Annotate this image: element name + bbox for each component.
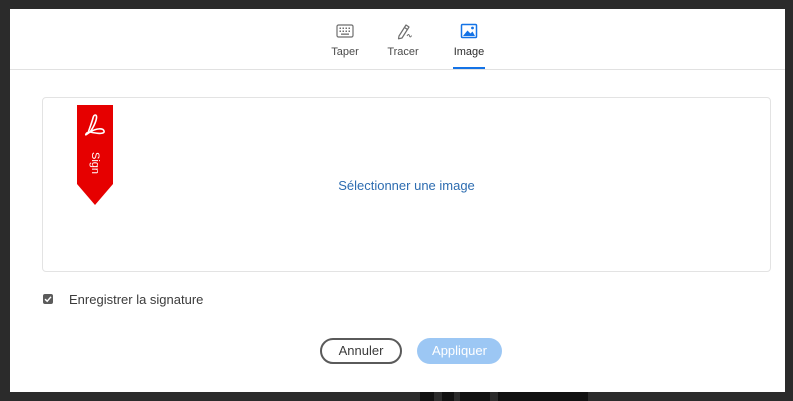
keyboard-icon bbox=[336, 24, 354, 38]
window-frame-top bbox=[0, 0, 793, 9]
image-icon bbox=[460, 23, 478, 39]
tab-draw-label: Tracer bbox=[387, 46, 419, 58]
tab-draw[interactable]: Tracer bbox=[387, 9, 419, 69]
tab-image-label: Image bbox=[453, 46, 485, 58]
select-image-link[interactable]: Sélectionner une image bbox=[43, 178, 770, 193]
tab-type[interactable]: Taper bbox=[330, 9, 360, 69]
checkmark-icon bbox=[44, 296, 52, 303]
save-signature-checkbox[interactable] bbox=[43, 294, 53, 304]
image-dropzone[interactable]: Sign Sélectionner une image bbox=[42, 97, 771, 272]
screen: Taper Tracer Image Sign Sélectionner une… bbox=[0, 0, 793, 401]
window-frame-right bbox=[785, 0, 793, 401]
tab-type-label: Taper bbox=[331, 46, 359, 58]
pen-draw-icon bbox=[397, 24, 412, 40]
window-frame-left bbox=[0, 0, 10, 401]
apply-button[interactable]: Appliquer bbox=[417, 338, 502, 364]
signature-dialog: Taper Tracer Image Sign Sélectionner une… bbox=[10, 9, 785, 392]
ribbon-sign-text: Sign bbox=[89, 152, 101, 174]
signature-mode-tabs: Taper Tracer Image bbox=[10, 9, 785, 70]
save-signature-row[interactable]: Enregistrer la signature bbox=[43, 290, 203, 308]
cancel-button[interactable]: Annuler bbox=[320, 338, 402, 364]
background-document-fragment bbox=[420, 392, 780, 401]
save-signature-label: Enregistrer la signature bbox=[69, 291, 204, 307]
tab-image[interactable]: Image bbox=[453, 9, 485, 69]
active-tab-indicator bbox=[453, 67, 485, 69]
